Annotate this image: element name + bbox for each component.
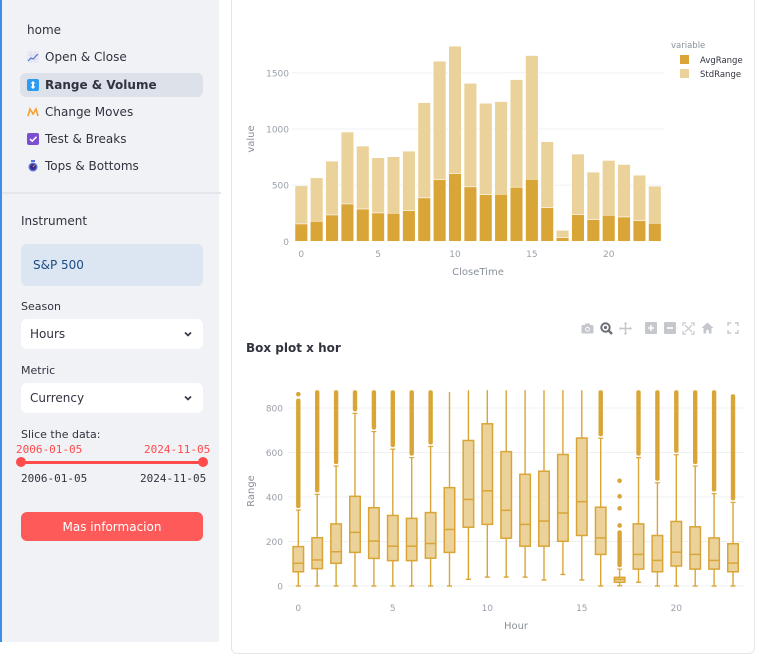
y-tick-label: 400: [266, 494, 283, 504]
outlier-points: [598, 390, 603, 437]
box-hour-1: [311, 390, 324, 587]
box-hour-12: [519, 390, 532, 578]
outlier-points: [333, 390, 339, 465]
iqr-box: [500, 450, 513, 539]
iqr-box: [443, 486, 456, 554]
iqr-box: [405, 517, 418, 562]
iqr-box: [670, 520, 683, 567]
y-tick-label: 800: [266, 405, 283, 415]
iqr-box: [481, 423, 494, 526]
outlier-point: [617, 494, 622, 499]
box-plot-chart[interactable]: 0 200 400 600 800 0 5 10 15 20 Hour Range: [0, 0, 768, 642]
y-tick-label: 200: [266, 538, 283, 548]
iqr-box: [349, 495, 361, 554]
iqr-box: [292, 545, 305, 573]
outlier-points: [693, 390, 698, 465]
y-tick-label: 600: [266, 449, 283, 459]
iqr-box: [594, 506, 607, 556]
outlier-point: [617, 478, 622, 484]
iqr-box: [330, 523, 343, 565]
box-hour-5: [386, 390, 399, 587]
box-hour-13: [538, 390, 550, 581]
x-tick-label: 5: [390, 604, 396, 614]
box-hour-17: [613, 478, 626, 587]
outlier-points: [371, 390, 377, 430]
box-hour-16: [594, 390, 607, 587]
outlier-points: [409, 390, 414, 456]
outlier-points: [636, 390, 641, 456]
box-hour-14: [556, 390, 569, 576]
iqr-box: [519, 473, 532, 547]
x-tick-label: 10: [482, 604, 494, 614]
box-hour-3: [349, 390, 361, 587]
outlier-points: [352, 390, 358, 412]
outlier-point: [617, 523, 622, 528]
box-hour-6: [405, 390, 418, 587]
box-hour-19: [651, 390, 664, 587]
box-hour-8: [443, 391, 456, 587]
iqr-box: [708, 537, 721, 570]
iqr-box: [556, 453, 569, 543]
box-hour-10: [481, 390, 494, 578]
iqr-box: [632, 523, 645, 570]
iqr-box: [651, 534, 664, 573]
iqr-box: [462, 439, 475, 529]
box-hour-9: [462, 390, 475, 581]
outlier-points: [730, 394, 736, 501]
outlier-points: [390, 390, 395, 448]
y-tick-label: 0: [277, 583, 283, 593]
x-tick-label: 15: [576, 604, 587, 614]
outlier-point: [296, 391, 301, 397]
iqr-box: [311, 536, 324, 570]
outlier-points: [674, 390, 679, 453]
x-axis-title: Hour: [504, 621, 529, 632]
iqr-box: [538, 470, 550, 547]
outlier-points: [428, 390, 433, 445]
iqr-box: [424, 511, 437, 559]
outlier-points: [617, 530, 622, 568]
box-hour-21: [689, 390, 702, 587]
box-hour-0: [292, 391, 305, 587]
box-hour-20: [670, 390, 683, 587]
box-hour-22: [708, 390, 721, 587]
box-hour-11: [500, 390, 513, 578]
iqr-box: [575, 437, 588, 537]
iqr-box: [386, 514, 399, 562]
iqr-box: [367, 506, 380, 560]
outlier-points: [655, 390, 660, 481]
box-hour-7: [424, 390, 437, 587]
x-tick-label: 20: [671, 604, 683, 614]
box-hour-4: [367, 390, 380, 587]
iqr-box: [727, 542, 739, 573]
y-axis-title: Range: [246, 475, 257, 507]
iqr-box: [689, 526, 702, 570]
x-tick-label: 0: [295, 604, 301, 614]
box-hour-18: [632, 390, 645, 583]
outlier-points: [296, 398, 301, 509]
box-hour-15: [575, 390, 588, 581]
box-hour-23: [727, 394, 739, 587]
outlier-points: [315, 390, 320, 493]
box-hour-2: [330, 390, 343, 587]
outlier-points: [711, 390, 717, 492]
outlier-point: [617, 506, 622, 511]
